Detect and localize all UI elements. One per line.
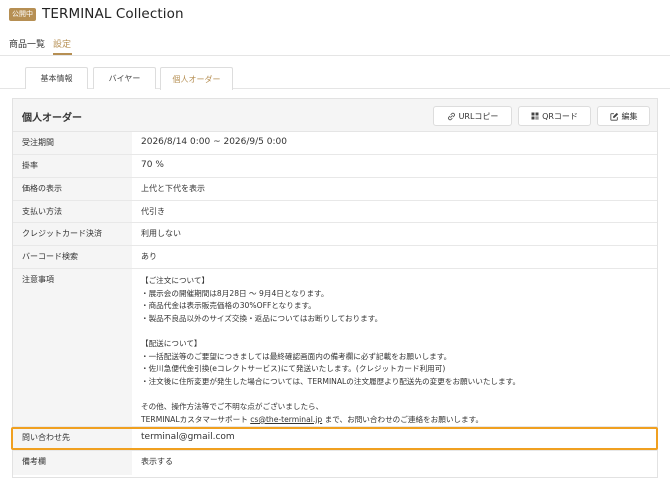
- edit-button[interactable]: 編集: [597, 106, 650, 126]
- notes-line: ・商品代金は表示販売価格の30%OFFとなります。: [141, 301, 316, 311]
- row-value: 上代と下代を表示: [141, 184, 205, 193]
- row-value: 利用しない: [141, 229, 181, 238]
- link-icon: [447, 112, 456, 121]
- url-copy-button[interactable]: URLコピー: [433, 106, 512, 126]
- notes-blank-line: [141, 388, 520, 401]
- notes-line: ・一括配送等のご要望につきましては最終確認画面内の備考欄に必ず記載をお願いします…: [141, 351, 452, 361]
- personal-order-panel: 個人オーダー URLコピー QRコード 編集 受注期間 2026/8/14 0:…: [12, 98, 658, 478]
- notes-line: 【ご注文について】: [141, 276, 210, 285]
- support-prefix: TERMINALカスタマーサポート: [141, 414, 251, 424]
- nav-item-products[interactable]: 商品一覧: [9, 37, 45, 50]
- row-price-display: 価格の表示 上代と下代を表示: [13, 178, 657, 201]
- row-contact: 問い合わせ先 terminal@gmail.com: [13, 427, 657, 451]
- notes-line: その他、操作方法等でご不明な点がございましたら、: [141, 401, 324, 411]
- row-value: 表示する: [141, 457, 173, 466]
- contact-email: terminal@gmail.com: [141, 432, 235, 442]
- status-badge: 公開中: [9, 7, 36, 21]
- row-remarks: 備考欄 表示する: [13, 451, 657, 475]
- nav-item-settings[interactable]: 設定: [53, 37, 71, 50]
- row-label: 掛率: [13, 155, 132, 177]
- row-label: バーコード検索: [13, 246, 132, 268]
- panel-title: 個人オーダー: [22, 113, 82, 124]
- row-barcode-search: バーコード検索 あり: [13, 246, 657, 269]
- qr-code-button[interactable]: QRコード: [518, 106, 591, 126]
- row-label: 支払い方法: [13, 201, 132, 222]
- notes-line: ・佐川急便代金引換(eコレクトサービス)にて発送いたします。(クレジットカード利…: [141, 364, 446, 374]
- app-header: 公開中 TERMINAL Collection: [0, 0, 670, 28]
- row-label: クレジットカード決済: [13, 223, 132, 245]
- row-label: 問い合わせ先: [13, 427, 132, 450]
- notes-line: ・注文後に住所変更が発生した場合については、TERMINALの注文履歴より配送先…: [141, 376, 521, 386]
- qr-code-label: QRコード: [542, 111, 578, 121]
- row-rate: 掛率 70 %: [13, 155, 657, 178]
- support-email-link[interactable]: cs@the-terminal.jp: [250, 415, 322, 424]
- notes-line: ・展示会の開催期間は8月28日 〜 9月4日となります。: [141, 288, 329, 298]
- qr-code-icon: [531, 112, 539, 120]
- nav-active-indicator: [53, 53, 72, 55]
- row-credit-card: クレジットカード決済 利用しない: [13, 223, 657, 246]
- row-label: 受注期間: [13, 132, 132, 154]
- tab-buyer[interactable]: バイヤー: [93, 67, 156, 89]
- panel-header: 個人オーダー URLコピー QRコード 編集: [13, 99, 657, 132]
- row-payment-method: 支払い方法 代引き: [13, 201, 657, 223]
- row-label: 価格の表示: [13, 178, 132, 200]
- row-value: 代引き: [141, 207, 165, 216]
- row-label: 注意事項: [13, 269, 132, 426]
- edit-icon: [609, 112, 619, 121]
- row-label: 備考欄: [13, 451, 132, 475]
- support-suffix: まで、お問い合わせのご連絡をお願いします。: [322, 414, 484, 424]
- row-value: 70 %: [141, 160, 164, 170]
- row-order-period: 受注期間 2026/8/14 0:00 ~ 2026/9/5 0:00: [13, 132, 657, 155]
- top-nav: 商品一覧 設定: [0, 31, 670, 56]
- tab-basic-info[interactable]: 基本情報: [25, 67, 88, 89]
- notes-line: 【配送について】: [141, 338, 202, 348]
- row-notes: 注意事項 【ご注文について】 ・展示会の開催期間は8月28日 〜 9月4日となり…: [13, 269, 657, 427]
- notes-blank-line: [141, 325, 520, 338]
- page-title: TERMINAL Collection: [42, 6, 184, 22]
- row-value: あり: [141, 252, 157, 261]
- notes-line-support: TERMINALカスタマーサポート cs@the-terminal.jp まで、…: [141, 414, 520, 427]
- notes-text: 【ご注文について】 ・展示会の開催期間は8月28日 〜 9月4日となります。 ・…: [141, 275, 520, 426]
- notes-line: ・製品不良品以外のサイズ交換・返品についてはお断りしております。: [141, 313, 383, 323]
- row-value: 2026/8/14 0:00 ~ 2026/9/5 0:00: [141, 137, 287, 147]
- edit-label: 編集: [621, 111, 638, 121]
- settings-tabs: 基本情報 バイヤー 個人オーダー: [0, 57, 670, 90]
- tab-personal-order[interactable]: 個人オーダー: [160, 67, 233, 90]
- url-copy-label: URLコピー: [458, 111, 499, 121]
